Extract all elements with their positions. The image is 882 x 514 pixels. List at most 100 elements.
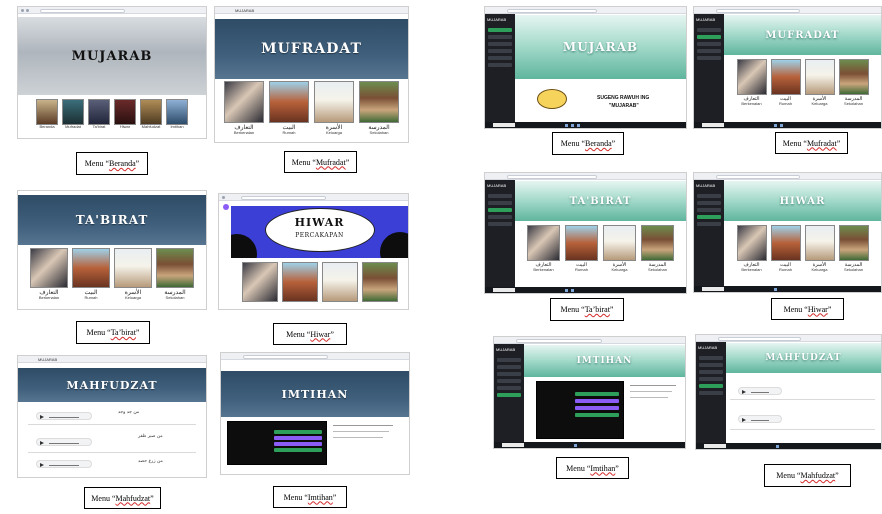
address-bar[interactable] <box>40 8 125 13</box>
sidebar-item-hiwar[interactable] <box>488 49 512 53</box>
sidebar-item-tabirat[interactable] <box>497 372 521 376</box>
banner-title: IMTIHAN <box>576 356 633 366</box>
play-icon <box>742 389 746 394</box>
sidebar-item-mahfudzat[interactable] <box>697 222 721 226</box>
sidebar-item-hiwar[interactable] <box>488 215 512 219</box>
quiz-option-3[interactable] <box>575 406 619 410</box>
category-card-rumah[interactable]: البيت Rumah <box>770 59 801 106</box>
address-bar[interactable] <box>243 354 328 359</box>
caption-hiwar-left: Menu “Hiwar” <box>273 323 347 345</box>
sidebar-item-beranda[interactable] <box>497 358 521 362</box>
quiz-option-2[interactable] <box>575 399 619 403</box>
address-bar[interactable] <box>241 195 327 200</box>
category-card-berkenalan[interactable]: التعارف Berkenalan <box>736 59 767 106</box>
caption-imtihan-left: Menu “Imtihan” <box>273 486 347 508</box>
category-card-sekolahan[interactable] <box>361 262 398 302</box>
category-card-sekolahan[interactable]: المدرسة Sekolahan <box>359 81 399 135</box>
address-bar[interactable] <box>516 338 602 343</box>
sidebar-item-mahfudzat[interactable] <box>488 56 512 60</box>
quiz-option-2[interactable] <box>274 436 322 440</box>
category-card-sekolahan[interactable]: المدرسة Sekolahan <box>156 248 194 300</box>
category-card-keluarga[interactable]: الأسرة Keluarga <box>114 248 152 300</box>
sidebar-item-mufradat[interactable] <box>699 363 723 367</box>
category-card-keluarga[interactable]: الأسرة Keluarga <box>804 225 835 272</box>
menu-tile-imtihan[interactable]: Imtihan <box>166 99 188 138</box>
address-bar[interactable] <box>507 8 598 13</box>
screenshot-mufradat-right: MUJARAB MUFRADAT التعارف Berkenalan البيت… <box>693 6 882 129</box>
sidebar-item-tabirat[interactable] <box>488 208 512 212</box>
screenshot-hiwar-left: HIWAR PERCAKAPAN <box>218 193 409 310</box>
browser-toolbar <box>694 7 881 14</box>
sidebar-item-mufradat[interactable] <box>697 35 721 39</box>
greeting-line-2: "MUJARAB" <box>609 103 639 109</box>
address-bar[interactable] <box>716 174 801 179</box>
category-card-keluarga[interactable] <box>321 262 358 302</box>
category-card-sekolahan[interactable]: المدرسة Sekolahan <box>641 225 674 272</box>
quiz-option-4[interactable] <box>575 413 619 417</box>
sidebar-item-imtihan[interactable] <box>699 391 723 395</box>
audio-player-2[interactable] <box>738 415 782 423</box>
play-icon <box>742 417 746 422</box>
sidebar-item-mufradat[interactable] <box>497 365 521 369</box>
sidebar-item-beranda[interactable] <box>699 356 723 360</box>
sidebar-item-imtihan[interactable] <box>497 393 521 397</box>
sidebar-item-imtihan[interactable] <box>488 63 512 67</box>
category-card-rumah[interactable]: البيت Rumah <box>565 225 598 272</box>
quiz-option-1[interactable] <box>274 430 322 434</box>
audio-player-3[interactable] <box>36 460 92 468</box>
sidebar-item-beranda[interactable] <box>488 28 512 32</box>
category-card-keluarga[interactable]: الأسرة Keluarga <box>603 225 636 272</box>
menu-tile-mufradat[interactable]: Mufradat <box>62 99 84 138</box>
menu-tile-tabirat[interactable]: Ta'birat <box>88 99 110 138</box>
address-bar[interactable] <box>716 8 801 13</box>
sidebar-item-tabirat[interactable] <box>697 208 721 212</box>
sidebar-item-mahfudzat[interactable] <box>697 56 721 60</box>
sidebar-item-tabirat[interactable] <box>697 42 721 46</box>
category-card-berkenalan[interactable]: التعارف Berkenalan <box>30 248 68 300</box>
audio-player-2[interactable] <box>36 438 92 446</box>
address-bar[interactable] <box>718 336 802 341</box>
category-card-keluarga[interactable]: الأسرة Keluarga <box>314 81 354 135</box>
browser-toolbar <box>696 335 881 342</box>
quiz-option-4[interactable] <box>274 448 322 452</box>
sidebar-item-mufradat[interactable] <box>488 201 512 205</box>
audio-player-1[interactable] <box>36 412 92 420</box>
sidebar-item-hiwar[interactable] <box>697 49 721 53</box>
category-card-sekolahan[interactable]: المدرسة Sekolahan <box>838 59 869 106</box>
sidebar-item-beranda[interactable] <box>697 28 721 32</box>
menu-tile-mahfudzat[interactable]: Mahfudzat <box>140 99 162 138</box>
category-card-keluarga[interactable]: الأسرة Keluarga <box>804 59 835 106</box>
category-card-berkenalan[interactable] <box>241 262 278 302</box>
sidebar-item-mahfudzat[interactable] <box>699 384 723 388</box>
category-card-rumah[interactable]: البيت Rumah <box>770 225 801 272</box>
address-bar[interactable] <box>507 174 598 179</box>
menu-tile-beranda[interactable]: Beranda <box>36 99 58 138</box>
quiz-option-3[interactable] <box>274 442 322 446</box>
sidebar-item-hiwar[interactable] <box>699 377 723 381</box>
category-card-sekolahan[interactable]: المدرسة Sekolahan <box>838 225 869 272</box>
sidebar-item-tabirat[interactable] <box>488 42 512 46</box>
sidebar-item-beranda[interactable] <box>488 194 512 198</box>
category-card-rumah[interactable] <box>281 262 318 302</box>
audio-player-1[interactable] <box>738 387 782 395</box>
sidebar-item-tabirat[interactable] <box>699 370 723 374</box>
taskbar <box>485 287 686 293</box>
sidebar-item-mahfudzat[interactable] <box>497 386 521 390</box>
category-card-berkenalan[interactable]: التعارف Berkenalan <box>224 81 264 135</box>
sidebar-item-hiwar[interactable] <box>697 215 721 219</box>
sidebar-item-beranda[interactable] <box>697 194 721 198</box>
side-menu-button[interactable] <box>223 204 229 210</box>
caption-beranda-left: Menu “Beranda” <box>76 152 148 175</box>
category-card-berkenalan[interactable]: التعارف Berkenalan <box>736 225 767 272</box>
sidebar-item-mufradat[interactable] <box>697 201 721 205</box>
sidebar-item-mahfudzat[interactable] <box>488 222 512 226</box>
category-card-rumah[interactable]: البيت Rumah <box>72 248 110 300</box>
category-card-rumah[interactable]: البيت Rumah <box>269 81 309 135</box>
screenshot-imtihan-right: MUJARAB IMTIHAN <box>493 336 686 449</box>
menu-tile-hiwar[interactable]: Hiwar <box>114 99 136 138</box>
quiz-option-1[interactable] <box>575 392 619 396</box>
category-card-berkenalan[interactable]: التعارف Berkenalan <box>527 225 560 272</box>
caption-tabirat-left: Menu “Ta’birat” <box>76 321 150 344</box>
sidebar-item-hiwar[interactable] <box>497 379 521 383</box>
sidebar-item-mufradat[interactable] <box>488 35 512 39</box>
